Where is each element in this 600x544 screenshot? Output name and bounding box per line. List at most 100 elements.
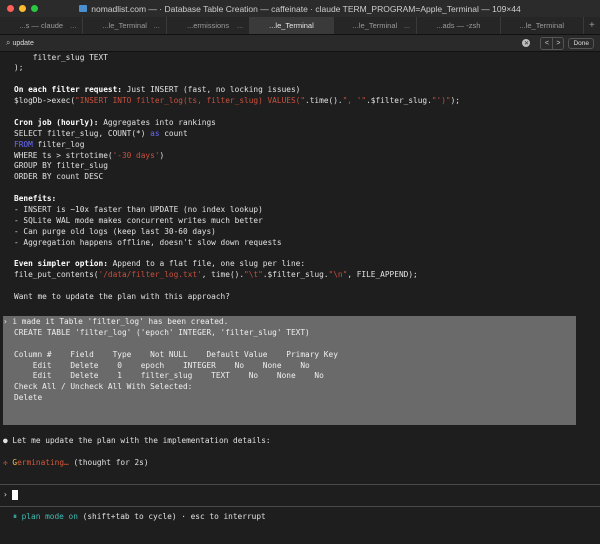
tab-label: ...le_Terminal — [519, 21, 565, 30]
status-word: erminating… — [17, 458, 69, 467]
minimize-button[interactable] — [19, 5, 26, 12]
find-bar: ⌕ update ✕ < > Done — [0, 35, 600, 52]
clear-search-icon[interactable]: ✕ — [522, 39, 531, 47]
line-segment: '/data/filter_log.txt' — [98, 270, 202, 280]
tab-label: ...le_Terminal — [269, 21, 314, 30]
divider — [0, 506, 600, 507]
tab-more-icon[interactable]: ... — [70, 21, 76, 30]
line-segment: file_put_contents( — [14, 270, 99, 280]
tab-label: ...le_Terminal — [102, 21, 147, 30]
line-segment: filter_log — [32, 139, 85, 149]
folder-icon — [79, 5, 88, 12]
line-segment: .time(). — [305, 96, 343, 106]
user-message-line: CREATE TABLE 'filter_log' ('epoch' INTEG… — [14, 327, 310, 337]
plan-mode-status[interactable]: plan mode on — [22, 512, 78, 521]
search-nav: < > — [540, 36, 565, 50]
next-match-button[interactable]: > — [552, 37, 563, 49]
output-line: WHERE ts > strtotime('-30 days') — [0, 151, 600, 162]
line-segment: GROUP BY filter_slug — [14, 161, 108, 171]
divider — [0, 484, 600, 485]
output-line: GROUP BY filter_slug — [0, 161, 600, 172]
line-segment: , time(). — [201, 270, 245, 280]
tab-more-icon[interactable]: ... — [237, 21, 243, 30]
search-input[interactable]: update — [12, 40, 522, 47]
tab-3[interactable]: ...le_Terminal — [250, 17, 334, 34]
user-message-line: Edit Delete 1 filter_slug TEXT No None N… — [14, 371, 324, 381]
line-segment: , FILE_APPEND); — [347, 270, 418, 280]
previous-match-button[interactable]: < — [541, 38, 552, 49]
new-tab-button[interactable]: + — [584, 17, 600, 34]
line-segment: Aggregates into rankings — [98, 117, 216, 127]
tab-label: ...le_Terminal — [352, 21, 398, 30]
line-segment: ) — [159, 150, 165, 160]
terminal-output: filter_slug TEXT); On each filter request… — [0, 52, 600, 521]
pause-icon: ⏸ — [13, 512, 17, 521]
line-segment: Want me to update the plan with this app… — [14, 292, 230, 302]
tab-6[interactable]: ...le_Terminal — [501, 17, 584, 34]
tab-4[interactable]: ...le_Terminal... — [334, 17, 418, 34]
line-segment: FROM — [14, 139, 33, 149]
output-line: Want me to update the plan with this app… — [0, 292, 600, 303]
window-controls — [7, 5, 38, 12]
output-line: On each filter request: Just INSERT (fas… — [0, 85, 600, 96]
output-line: ORDER BY count DESC — [0, 172, 600, 183]
tab-2[interactable]: ...ermissions... — [167, 17, 251, 34]
line-segment: "INSERT INTO filter_log(ts, filter_slug)… — [75, 96, 306, 106]
zoom-button[interactable] — [31, 5, 38, 12]
user-message-line: Column # Field Type Not NULL Default Val… — [14, 349, 338, 359]
output-line: - Aggregation happens offline, doesn't s… — [0, 238, 600, 249]
output-line: - INSERT is ~10x faster than UPDATE (no … — [0, 205, 600, 216]
output-line: SELECT filter_slug, COUNT(*) as count — [0, 129, 600, 140]
line-segment: '-30 days' — [112, 150, 160, 160]
line-segment: .$filter_slug. — [262, 270, 329, 280]
tab-5[interactable]: ...ads — -zsh — [417, 17, 501, 34]
assistant-text: Let me update the plan with the implemen… — [12, 436, 271, 445]
tab-1[interactable]: ...le_Terminal... — [83, 17, 167, 34]
line-segment: "\t" — [244, 270, 263, 280]
output-line: Even simpler option: Append to a flat fi… — [0, 259, 600, 270]
line-segment: .$filter_slug. — [366, 96, 432, 106]
tab-more-icon[interactable]: ... — [154, 21, 160, 30]
close-button[interactable] — [7, 5, 14, 12]
line-segment: - Aggregation happens offline, doesn't s… — [14, 237, 282, 247]
assistant-line: ● Let me update the plan with the implem… — [0, 436, 271, 447]
done-button[interactable]: Done — [568, 37, 594, 49]
tab-label: ...s — claude — [19, 21, 64, 30]
line-segment: ", '" — [342, 96, 367, 106]
line-segment: $logDb->exec( — [14, 96, 76, 106]
output-line: file_put_contents('/data/filter_log.txt'… — [0, 270, 600, 281]
status-line: ✢ Germinating… (thought for 2s) — [0, 458, 149, 469]
line-segment: SELECT filter_slug, COUNT(*) — [14, 128, 151, 138]
tab-more-icon[interactable]: ... — [404, 21, 410, 30]
line-segment: "')" — [431, 96, 451, 106]
mode-footer: ⏸ plan mode on (shift+tab to cycle) · es… — [0, 512, 266, 523]
line-segment: Even simpler option: — [14, 259, 108, 269]
prompt-input[interactable]: › — [0, 490, 19, 501]
line-segment: - Can purge old logs (keep last 30-60 da… — [14, 226, 216, 236]
user-message-line: › i made it Table 'filter_log' has been … — [3, 317, 229, 326]
user-message-line — [3, 339, 576, 350]
status-detail: (thought for 2s) — [68, 458, 149, 467]
line-segment: as — [150, 128, 160, 138]
title-bar: nomadlist.com — · Database Table Creatio… — [0, 0, 600, 17]
line-segment: ORDER BY count DESC — [14, 172, 104, 182]
output-line: $logDb->exec("INSERT INTO filter_log(ts,… — [0, 96, 600, 107]
line-segment: count — [159, 128, 188, 138]
output-line: Cron job (hourly): Aggregates into ranki… — [0, 118, 600, 129]
line-segment: Benefits: — [14, 194, 57, 204]
output-line: Benefits: — [0, 194, 600, 205]
spinner-icon: ✢ — [3, 458, 8, 467]
line-segment: Append to a flat file, one slug per line… — [107, 259, 306, 269]
line-segment: WHERE ts > strtotime( — [14, 150, 113, 160]
line-segment: - INSERT is ~10x faster than UPDATE (no … — [14, 204, 263, 214]
line-segment: Just INSERT (fast, no locking issues) — [121, 85, 301, 95]
user-message-line: Check All / Uncheck All With Selected: — [14, 382, 193, 392]
tab-0[interactable]: ...s — claude... — [0, 17, 84, 34]
user-message-line: Edit Delete 0 epoch INTEGER No None No — [14, 360, 310, 370]
window-title: nomadlist.com — · Database Table Creatio… — [91, 3, 521, 14]
bullet-icon: ● — [3, 436, 8, 445]
